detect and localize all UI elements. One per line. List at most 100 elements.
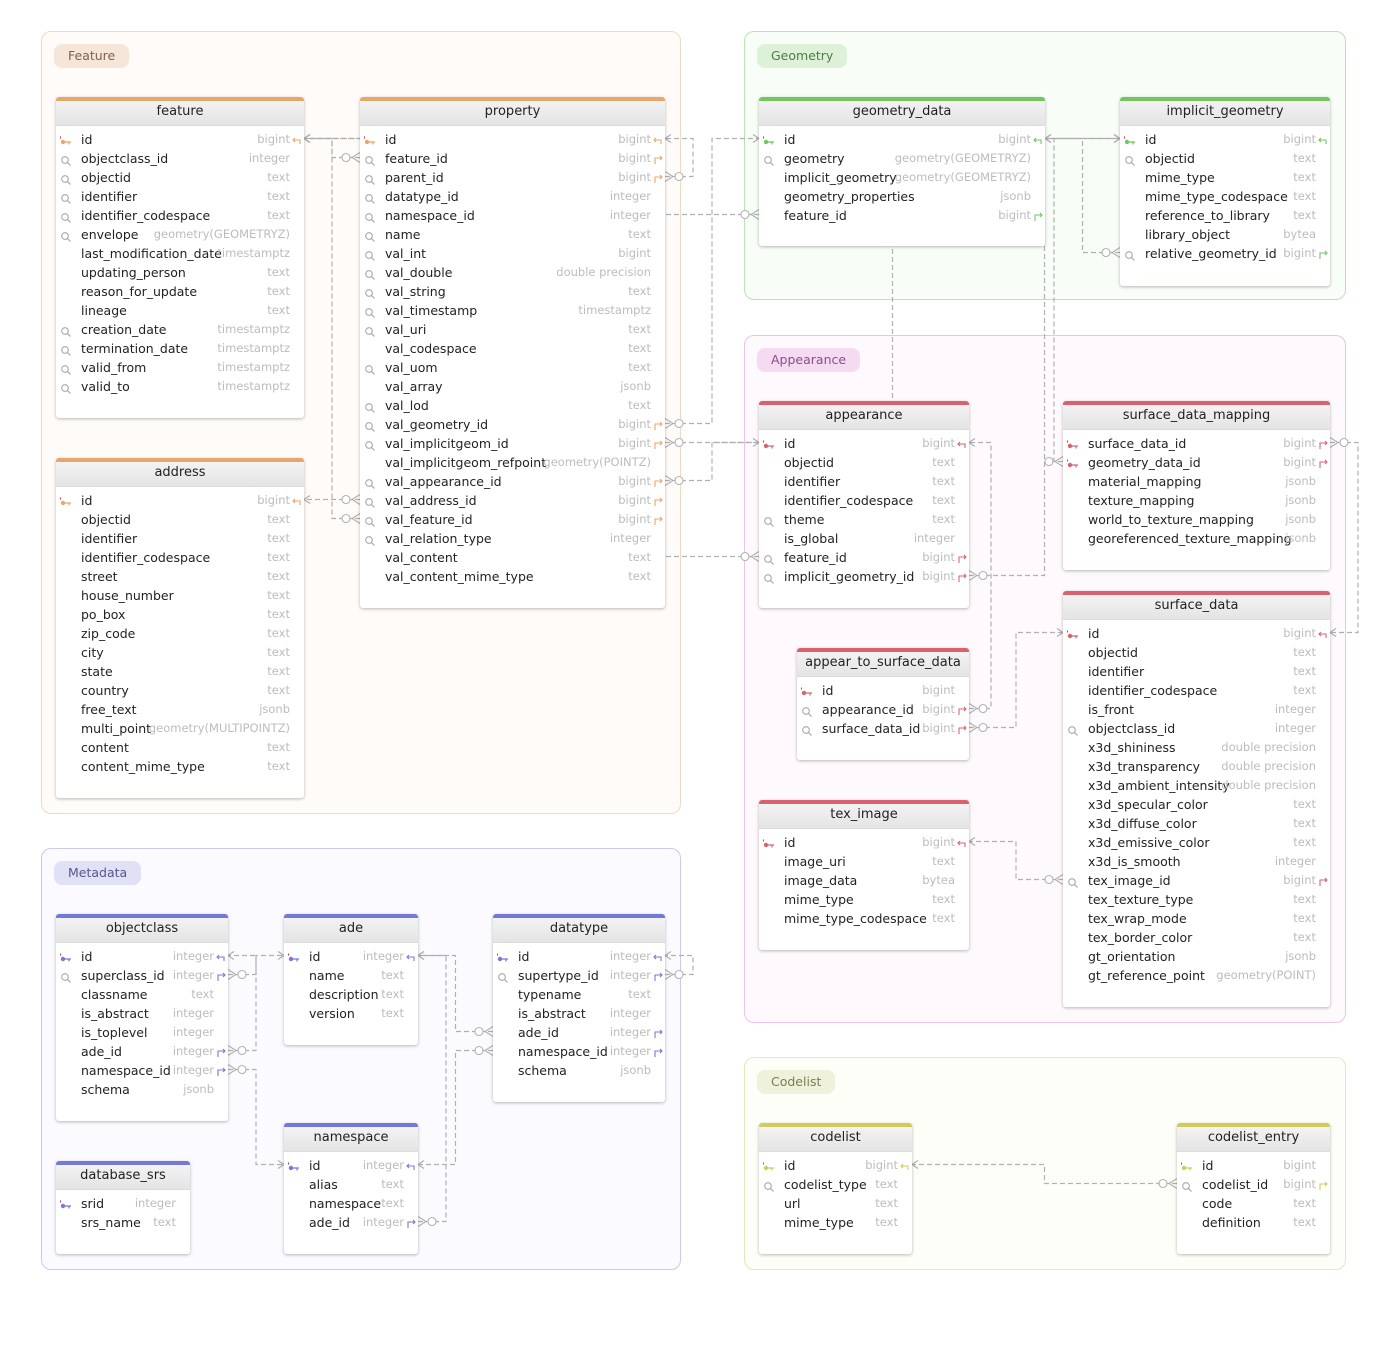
table-feature[interactable]: feature id bigint objectclass_id integer obje… xyxy=(56,97,304,418)
column-row[interactable]: id bigint xyxy=(56,130,304,149)
table-objectclass[interactable]: objectclass id integer superclass_id integer… xyxy=(56,914,228,1121)
column-row[interactable]: identifier text xyxy=(56,187,304,206)
column-row[interactable]: geometry geometry(GEOMETRYZ) xyxy=(759,149,1045,168)
table-geometry-data[interactable]: geometry_data id bigint geometry geometry(GE… xyxy=(759,97,1045,246)
column-row[interactable]: geometry_data_id bigint xyxy=(1063,453,1330,472)
column-row[interactable]: val_lod text xyxy=(360,396,665,415)
column-row[interactable]: x3d_transparency double precision xyxy=(1063,757,1330,776)
column-row[interactable]: valid_to timestamptz xyxy=(56,377,304,396)
column-row[interactable]: val_relation_type integer xyxy=(360,529,665,548)
column-row[interactable]: tex_wrap_mode text xyxy=(1063,909,1330,928)
table-title[interactable]: codelist xyxy=(759,1123,912,1152)
table-title[interactable]: geometry_data xyxy=(759,97,1045,126)
group-label[interactable]: Appearance xyxy=(757,348,861,372)
column-row[interactable]: name text xyxy=(360,225,665,244)
column-row[interactable]: lineage text xyxy=(56,301,304,320)
column-row[interactable]: is_global integer xyxy=(759,529,969,548)
column-row[interactable]: identifier_codespace text xyxy=(759,491,969,510)
column-row[interactable]: alias text xyxy=(284,1175,418,1194)
column-row[interactable]: street text xyxy=(56,567,304,586)
column-row[interactable]: implicit_geometry geometry(GEOMETRYZ) xyxy=(759,168,1045,187)
table-title[interactable]: appear_to_surface_data xyxy=(797,648,969,677)
column-row[interactable]: val_address_id bigint xyxy=(360,491,665,510)
column-row[interactable]: srs_name text xyxy=(56,1213,190,1232)
table-ade[interactable]: ade id integer name text description text versi… xyxy=(284,914,418,1045)
column-row[interactable]: id bigint xyxy=(797,681,969,700)
column-row[interactable]: srid integer xyxy=(56,1194,190,1213)
column-row[interactable]: id integer xyxy=(493,947,665,966)
table-title[interactable]: database_srs xyxy=(56,1161,190,1190)
table-title[interactable]: namespace xyxy=(284,1123,418,1152)
column-row[interactable]: world_to_texture_mapping jsonb xyxy=(1063,510,1330,529)
table-datatype[interactable]: datatype id integer supertype_id integer type… xyxy=(493,914,665,1102)
column-row[interactable]: reason_for_update text xyxy=(56,282,304,301)
column-row[interactable]: termination_date timestamptz xyxy=(56,339,304,358)
column-row[interactable]: id bigint xyxy=(759,1156,912,1175)
column-row[interactable]: image_uri text xyxy=(759,852,969,871)
column-row[interactable]: description text xyxy=(284,985,418,1004)
column-row[interactable]: implicit_geometry_id bigint xyxy=(759,567,969,586)
column-row[interactable]: url text xyxy=(759,1194,912,1213)
table-surface-data-mapping[interactable]: surface_data_mapping surface_data_id bigin… xyxy=(1063,401,1330,570)
column-row[interactable]: po_box text xyxy=(56,605,304,624)
column-row[interactable]: val_implicitgeom_refpoint geometry(POINTZ… xyxy=(360,453,665,472)
column-row[interactable]: id bigint xyxy=(360,130,665,149)
column-row[interactable]: parent_id bigint xyxy=(360,168,665,187)
column-row[interactable]: material_mapping jsonb xyxy=(1063,472,1330,491)
column-row[interactable]: code text xyxy=(1177,1194,1330,1213)
table-title[interactable]: appearance xyxy=(759,401,969,430)
table-property[interactable]: property id bigint feature_id bigint parent_i… xyxy=(360,97,665,608)
column-row[interactable]: ade_id integer xyxy=(493,1023,665,1042)
column-row[interactable]: identifier text xyxy=(759,472,969,491)
column-row[interactable]: val_int bigint xyxy=(360,244,665,263)
column-row[interactable]: identifier_codespace text xyxy=(1063,681,1330,700)
column-row[interactable]: objectid text xyxy=(1063,643,1330,662)
column-row[interactable]: state text xyxy=(56,662,304,681)
column-row[interactable]: tex_image_id bigint xyxy=(1063,871,1330,890)
column-row[interactable]: ade_id integer xyxy=(284,1213,418,1232)
column-row[interactable]: mime_type_codespace text xyxy=(759,909,969,928)
column-row[interactable]: country text xyxy=(56,681,304,700)
column-row[interactable]: is_abstract integer xyxy=(493,1004,665,1023)
column-row[interactable]: valid_from timestamptz xyxy=(56,358,304,377)
table-title[interactable]: objectclass xyxy=(56,914,228,943)
column-row[interactable]: codelist_id bigint xyxy=(1177,1175,1330,1194)
column-row[interactable]: val_feature_id bigint xyxy=(360,510,665,529)
column-row[interactable]: content_mime_type text xyxy=(56,757,304,776)
column-row[interactable]: namespace text xyxy=(284,1194,418,1213)
column-row[interactable]: x3d_diffuse_color text xyxy=(1063,814,1330,833)
column-row[interactable]: surface_data_id bigint xyxy=(1063,434,1330,453)
table-database-srs[interactable]: database_srs srid integer srs_name text xyxy=(56,1161,190,1254)
column-row[interactable]: relative_geometry_id bigint xyxy=(1120,244,1330,263)
column-row[interactable]: val_geometry_id bigint xyxy=(360,415,665,434)
column-row[interactable]: val_content text xyxy=(360,548,665,567)
column-row[interactable]: geometry_properties jsonb xyxy=(759,187,1045,206)
column-row[interactable]: feature_id bigint xyxy=(360,149,665,168)
column-row[interactable]: val_implicitgeom_id bigint xyxy=(360,434,665,453)
column-row[interactable]: id bigint xyxy=(759,130,1045,149)
column-row[interactable]: id bigint xyxy=(1177,1156,1330,1175)
column-row[interactable]: gt_reference_point geometry(POINT) xyxy=(1063,966,1330,985)
column-row[interactable]: theme text xyxy=(759,510,969,529)
column-row[interactable]: surface_data_id bigint xyxy=(797,719,969,738)
group-label[interactable]: Geometry xyxy=(757,44,848,68)
column-row[interactable]: namespace_id integer xyxy=(493,1042,665,1061)
column-row[interactable]: supertype_id integer xyxy=(493,966,665,985)
table-title[interactable]: codelist_entry xyxy=(1177,1123,1330,1152)
column-row[interactable]: schema jsonb xyxy=(56,1080,228,1099)
column-row[interactable]: id bigint xyxy=(759,434,969,453)
column-row[interactable]: id integer xyxy=(56,947,228,966)
column-row[interactable]: id bigint xyxy=(56,491,304,510)
table-codelist[interactable]: codelist id bigint codelist_type text url text… xyxy=(759,1123,912,1254)
group-label[interactable]: Metadata xyxy=(54,861,142,885)
column-row[interactable]: is_toplevel integer xyxy=(56,1023,228,1042)
column-row[interactable]: val_string text xyxy=(360,282,665,301)
column-row[interactable]: last_modification_date timestamptz xyxy=(56,244,304,263)
column-row[interactable]: val_timestamp timestamptz xyxy=(360,301,665,320)
column-row[interactable]: identifier text xyxy=(56,529,304,548)
column-row[interactable]: x3d_specular_color text xyxy=(1063,795,1330,814)
column-row[interactable]: identifier_codespace text xyxy=(56,548,304,567)
column-row[interactable]: schema jsonb xyxy=(493,1061,665,1080)
column-row[interactable]: val_uom text xyxy=(360,358,665,377)
column-row[interactable]: feature_id bigint xyxy=(759,548,969,567)
